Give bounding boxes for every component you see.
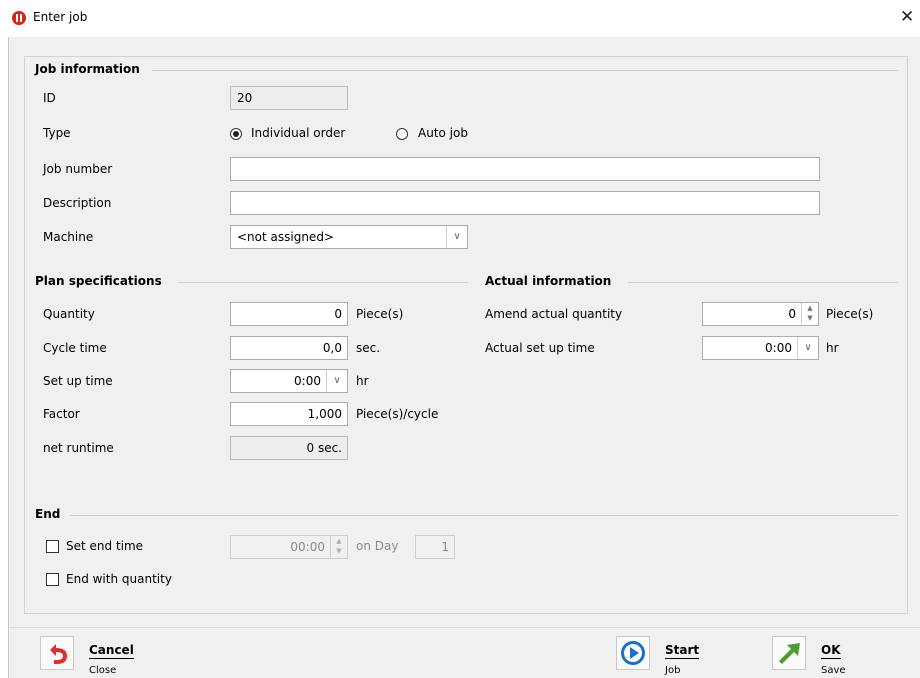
amend-quantity-label: Amend actual quantity [485,307,623,321]
factor-unit: Piece(s)/cycle [356,407,439,421]
amend-quantity-unit: Piece(s) [826,307,874,321]
close-icon[interactable]: ✕ [900,7,914,27]
app-logo-icon [12,11,26,25]
chevron-down-icon[interactable]: ∨ [446,226,467,248]
start-subtitle: Job [665,665,681,676]
actual-setup-value: 0:00 [765,341,792,355]
end-time-spinner: 00:00 ▲ ▼ [230,535,348,559]
setup-time-value: 0:00 [294,374,321,388]
day-field: 1 [415,535,455,559]
quantity-input[interactable]: 0 [230,302,348,326]
play-icon [616,636,650,670]
type-label: Type [43,126,71,140]
title-bar: Enter job ✕ [0,0,920,36]
actual-setup-select[interactable]: 0:00 ∨ [702,336,819,360]
actual-setup-unit: hr [826,341,839,355]
job-number-input[interactable] [230,157,820,181]
machine-select-value: <not assigned> [237,230,334,244]
radio-individual-order-label[interactable]: Individual order [251,126,345,140]
end-time-value: 00:00 [290,540,325,554]
ok-title: OK [821,643,841,659]
job-info-heading: Job information [35,62,140,76]
ok-save-button[interactable]: OK Save [772,636,872,676]
radio-individual-order[interactable] [230,128,242,140]
description-label: Description [43,196,112,210]
actual-heading: Actual information [485,274,612,288]
id-field: 20 [230,86,348,110]
cancel-subtitle: Close [89,665,117,676]
plan-heading: Plan specifications [35,274,162,288]
undo-arrow-icon [40,636,74,670]
spinner-arrows-icon[interactable]: ▲ ▼ [801,303,818,325]
actual-separator [628,282,898,283]
machine-label: Machine [43,230,94,244]
machine-select[interactable]: <not assigned> ∨ [230,225,468,249]
set-end-time-checkbox[interactable] [46,540,59,553]
end-separator [70,515,898,516]
cycle-time-label: Cycle time [43,341,107,355]
amend-quantity-spinner[interactable]: 0 ▲ ▼ [702,302,819,326]
cancel-button[interactable]: Cancel Close [40,636,150,676]
setup-time-label: Set up time [43,374,113,388]
quantity-label: Quantity [43,307,95,321]
end-heading: End [35,507,61,521]
net-runtime-field: 0 sec. [230,436,348,460]
end-with-quantity-label[interactable]: End with quantity [66,572,172,586]
end-with-quantity-checkbox[interactable] [46,573,59,586]
ok-subtitle: Save [821,665,846,676]
window-title: Enter job [33,10,88,24]
cycle-time-unit: sec. [356,341,381,355]
cycle-time-input[interactable]: 0,0 [230,336,348,360]
id-label: ID [43,91,56,105]
plan-separator [178,282,468,283]
setup-time-select[interactable]: 0:00 ∨ [230,369,348,393]
set-end-time-label[interactable]: Set end time [66,539,143,553]
factor-input[interactable]: 1,000 [230,402,348,426]
actual-setup-label: Actual set up time [485,341,595,355]
start-job-button[interactable]: Start Job [616,636,716,676]
job-info-separator [152,70,898,71]
net-runtime-label: net runtime [43,441,114,455]
chevron-down-icon[interactable]: ∨ [326,370,347,392]
radio-auto-job[interactable] [396,128,408,140]
radio-auto-job-label[interactable]: Auto job [418,126,468,140]
chevron-down-icon[interactable]: ∨ [797,337,818,359]
on-day-label: on Day [356,539,399,553]
cancel-title: Cancel [89,643,134,659]
quantity-unit: Piece(s) [356,307,404,321]
check-arrow-icon [772,636,806,670]
amend-quantity-value: 0 [788,307,796,321]
job-number-label: Job number [43,162,113,176]
start-title: Start [665,643,700,659]
setup-time-unit: hr [356,374,369,388]
spinner-arrows-icon: ▲ ▼ [330,536,347,558]
factor-label: Factor [43,407,80,421]
description-input[interactable] [230,191,820,215]
